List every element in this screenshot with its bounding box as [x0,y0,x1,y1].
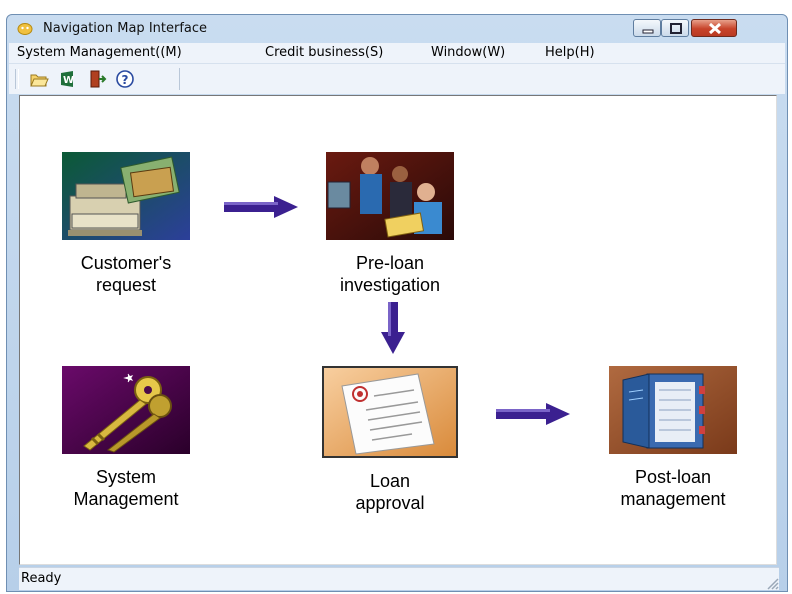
close-icon [708,22,722,35]
arrow-right-icon [496,403,570,425]
toolbar: W ? [9,63,785,94]
open-folder-icon[interactable] [29,69,49,89]
minimize-button[interactable] [633,19,661,37]
svg-text:?: ? [122,73,129,87]
node-system-management[interactable]: System Management [56,366,196,510]
maximize-icon [670,23,682,34]
document-seal-icon [322,366,458,458]
menu-window[interactable]: Window(W) [431,45,505,60]
node-pre-loan-investigation[interactable]: Pre-loan investigation [320,152,460,296]
keys-icon [62,366,190,454]
cash-register-icon [62,152,190,240]
winword-icon[interactable]: W [57,69,77,89]
minimize-icon [642,29,654,34]
status-text: Ready [21,571,62,586]
menu-help[interactable]: Help(H) [545,45,595,60]
binder-icon [609,366,737,454]
help-icon[interactable]: ? [115,69,135,89]
title-bar[interactable]: Navigation Map Interface [7,15,787,43]
node-label: Pre-loan investigation [339,253,441,295]
status-bar: Ready [19,567,779,590]
exit-door-icon[interactable] [87,69,107,89]
maximize-button[interactable] [661,19,689,37]
node-label: Customer's request [80,253,172,295]
menu-credit-business[interactable]: Credit business(S) [265,45,383,60]
node-label: Post-loan management [620,467,726,509]
node-label: Loan approval [355,471,425,513]
node-post-loan-management[interactable]: Post-loan management [598,366,748,510]
toolbar-grip [15,69,19,89]
main-window: Navigation Map Interface System Manageme… [6,14,788,592]
business-meeting-icon [326,152,454,240]
svg-text:W: W [63,75,74,86]
arrow-down-icon [381,302,405,354]
close-button[interactable] [691,19,737,37]
arrow-right-icon [224,196,298,218]
window-title: Navigation Map Interface [43,21,208,36]
node-loan-approval[interactable]: Loan approval [320,366,460,514]
node-label: System Management [73,467,179,509]
navigation-map-canvas: Customer's request Pre-loan investigatio… [19,95,777,565]
toolbar-separator [179,68,180,90]
resize-grip-icon[interactable] [763,574,779,590]
app-icon [17,23,33,35]
node-customers-request[interactable]: Customer's request [56,152,196,296]
menu-bar: System Management((M) Credit business(S)… [9,43,785,63]
menu-system-management[interactable]: System Management((M) [17,45,182,60]
